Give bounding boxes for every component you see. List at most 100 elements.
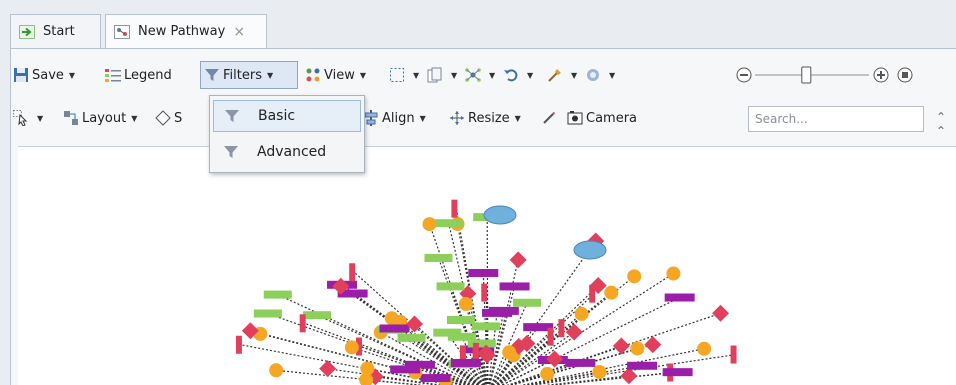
protein-node [482, 308, 513, 317]
marker-node [451, 199, 458, 218]
process-node [434, 219, 463, 228]
marker-node [473, 342, 480, 361]
chevron-down-icon: ▼ [68, 70, 76, 80]
small-molecule-node [422, 217, 437, 232]
process-node [253, 309, 282, 318]
small-molecule-node [360, 361, 375, 376]
chevron-down-icon: ▼ [359, 70, 367, 80]
layout-button[interactable]: Layout ▼ [60, 104, 152, 132]
zoom-out-icon[interactable] [736, 67, 752, 83]
zoom-in-icon[interactable] [873, 67, 889, 83]
legend-button[interactable]: Legend [102, 61, 198, 89]
protein-node [420, 374, 451, 383]
menu-item-advanced[interactable]: Advanced [213, 136, 361, 168]
view-label: View [324, 67, 355, 83]
zoom-slider-graphic [736, 66, 913, 84]
small-molecule-node [458, 296, 473, 311]
toolbar-primary: Save ▼ Legend Filters ▼ View ▼ ▼ ▼ ▼ ▼ ▼… [10, 60, 620, 90]
view-button[interactable]: View ▼ [302, 61, 386, 89]
pathway-network [235, 199, 737, 385]
process-node [446, 316, 475, 325]
filters-label: Filters [223, 67, 262, 83]
filter-icon [223, 144, 239, 160]
tab-start-label: Start [43, 24, 75, 39]
selection-box-button[interactable]: ▼ [386, 61, 424, 89]
search-input[interactable] [748, 106, 924, 132]
gene-node [644, 336, 662, 354]
chevron-down-icon: ▼ [419, 113, 426, 123]
close-icon[interactable]: × [233, 24, 245, 40]
align-button[interactable]: Align ▼ [360, 104, 446, 132]
small-molecule-node [344, 340, 359, 355]
marker-node [299, 314, 306, 333]
filter-icon [224, 108, 240, 124]
pencil-button[interactable] [538, 104, 564, 132]
tab-start[interactable]: Start [10, 14, 101, 48]
resize-button[interactable]: Resize ▼ [446, 104, 538, 132]
interaction-edge [530, 353, 736, 385]
process-node [263, 290, 292, 299]
small-molecule-node [627, 269, 642, 284]
small-molecule-node [502, 345, 517, 360]
view-icon [305, 67, 321, 83]
style-button[interactable]: S [152, 104, 192, 132]
camera-icon [567, 110, 583, 126]
protein-node [499, 282, 530, 291]
small-molecule-node [540, 366, 555, 381]
protein-node [390, 365, 421, 374]
protein-node [627, 361, 658, 370]
style-label-fragment: S [174, 110, 183, 126]
small-molecule-node [604, 285, 619, 300]
marker-node [547, 327, 554, 346]
pencil-icon [541, 110, 557, 126]
network-button[interactable]: ▼ [462, 61, 500, 89]
settings-button[interactable]: ▼ [582, 61, 620, 89]
filters-menu: Basic Advanced [209, 95, 365, 173]
protein-node [379, 324, 410, 333]
camera-label: Camera [586, 110, 638, 126]
process-node [424, 253, 453, 262]
chevron-down-icon: ▼ [514, 113, 521, 123]
tab-new-pathway[interactable]: New Pathway × [105, 14, 267, 48]
marker-node [235, 335, 242, 354]
filters-button[interactable]: Filters ▼ [200, 61, 298, 89]
tab-strip: Start New Pathway × [0, 0, 956, 48]
chevron-down-icon: ▼ [266, 70, 274, 80]
pathway-icon [114, 24, 130, 39]
marker-node [481, 283, 488, 302]
gene-node [565, 323, 583, 341]
pathway-canvas[interactable] [18, 146, 956, 385]
marker-node [349, 263, 356, 282]
resize-label: Resize [468, 110, 510, 126]
menu-item-advanced-label: Advanced [257, 144, 327, 160]
copy-icon [427, 67, 443, 83]
small-molecule-node [592, 364, 607, 379]
protein-node [450, 358, 481, 367]
undo-button[interactable]: ▼ [500, 61, 544, 89]
gear-icon [585, 67, 601, 83]
collapse-toolbar-icon[interactable]: ⌃ ⌃ [936, 110, 946, 138]
copy-button[interactable]: ▼ [424, 61, 462, 89]
chevron-down-icon: ▼ [451, 70, 458, 80]
marker-node [589, 284, 596, 303]
paint-button[interactable]: ▼ [544, 61, 582, 89]
network-icon [465, 67, 481, 83]
zoom-track[interactable] [755, 74, 869, 76]
small-molecule-node [666, 266, 681, 281]
save-button[interactable]: Save ▼ [10, 61, 102, 89]
menu-item-basic[interactable]: Basic [213, 100, 361, 132]
marker-node [558, 319, 565, 338]
style-shape-icon [155, 110, 171, 126]
process-node [433, 328, 462, 337]
selection-box-icon [389, 67, 405, 83]
complex-node [483, 205, 517, 225]
zoom-thumb[interactable] [801, 66, 812, 84]
small-molecule-node [269, 363, 284, 378]
fit-view-icon[interactable] [897, 67, 913, 83]
protein-node [468, 268, 499, 277]
select-tool-button[interactable]: ▼ [10, 104, 60, 132]
chevron-down-icon: ▼ [609, 70, 616, 80]
floppy-disk-icon [13, 67, 29, 83]
camera-button[interactable]: Camera [564, 104, 656, 132]
zoom-control [735, 63, 925, 87]
